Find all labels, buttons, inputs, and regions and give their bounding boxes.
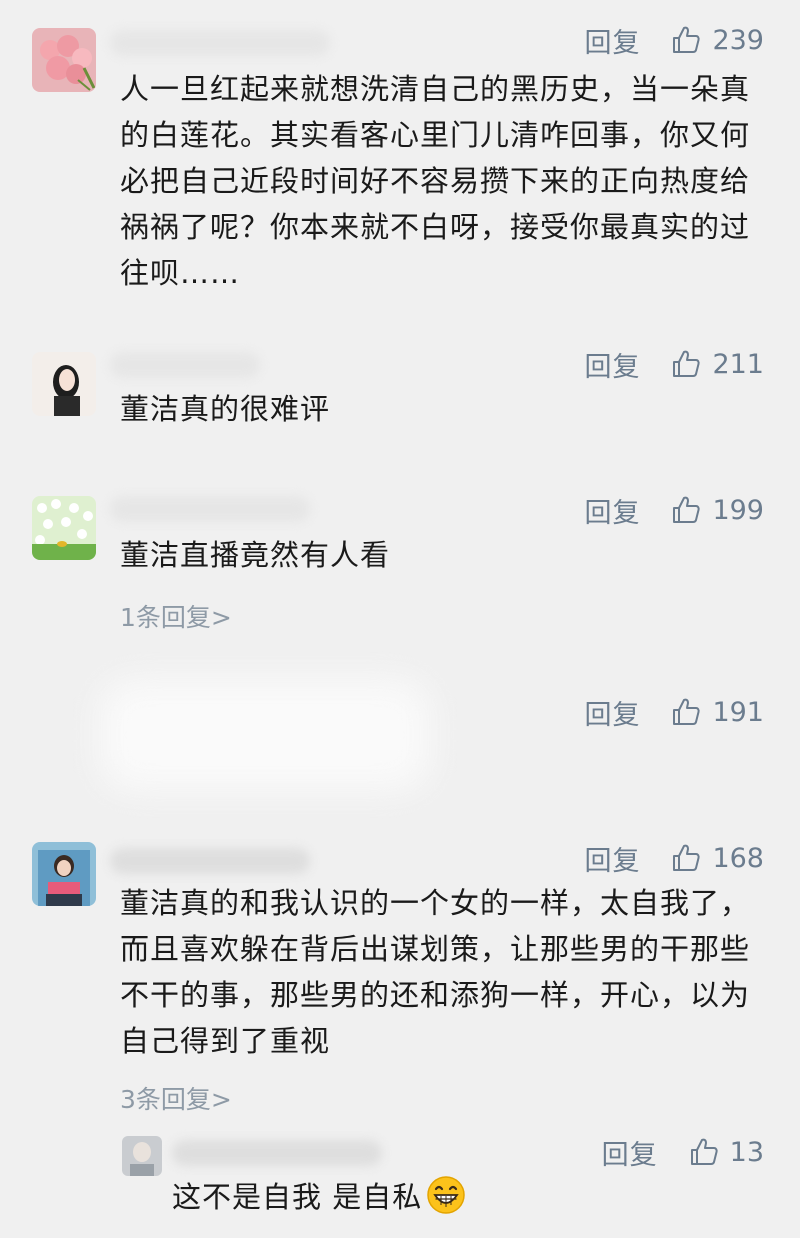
redacted-content: [100, 680, 430, 790]
like-count: 168: [712, 842, 764, 874]
reply-button[interactable]: 回复: [584, 491, 640, 530]
grinning-face-icon: [427, 1176, 465, 1214]
comment-text: 董洁直播竟然有人看: [120, 538, 391, 572]
reply-text-content: 这不是自我 是自私: [172, 1180, 423, 1214]
username-blurred: [110, 848, 310, 874]
thumbs-up-icon: [673, 844, 701, 871]
like-button[interactable]: 13: [688, 1136, 764, 1168]
reply-text: 这不是自我 是自私: [172, 1174, 772, 1220]
username-blurred: [110, 30, 330, 56]
like-button[interactable]: 199: [670, 494, 764, 526]
avatar[interactable]: [122, 1136, 162, 1176]
comment-actions: 回复 199: [584, 490, 764, 530]
avatar[interactable]: [32, 496, 96, 560]
comment-actions: 回复 211: [584, 344, 764, 384]
thumbs-up-icon: [673, 350, 701, 377]
reply-button[interactable]: 回复: [584, 21, 640, 60]
comment-actions: 回复 239: [584, 20, 764, 60]
reply-button[interactable]: 回复: [602, 1133, 658, 1172]
username-blurred: [110, 496, 310, 522]
like-count: 211: [712, 348, 764, 380]
thumbs-up-icon: [673, 698, 701, 725]
username-blurred: [110, 352, 260, 378]
like-button[interactable]: 168: [670, 842, 764, 874]
view-replies-link[interactable]: 1条回复>: [120, 598, 232, 634]
like-count: 199: [712, 494, 764, 526]
comment-actions: 回复 168: [584, 838, 764, 878]
like-count: 13: [729, 1136, 764, 1168]
avatar[interactable]: [32, 28, 96, 92]
thumbs-up-icon: [690, 1138, 718, 1165]
comment-text: 董洁真的很难评: [120, 392, 331, 426]
username-blurred: [172, 1140, 382, 1166]
like-count: 191: [712, 696, 764, 728]
avatar[interactable]: [32, 352, 96, 416]
thumbs-up-icon: [673, 496, 701, 523]
like-button[interactable]: 191: [670, 696, 764, 728]
reply-button[interactable]: 回复: [584, 693, 640, 732]
comment-text: 董洁真的和我认识的一个女的一样，太自我了，而且喜欢躲在背后出谋划策，让那些男的干…: [120, 886, 751, 1058]
like-button[interactable]: 239: [670, 24, 764, 56]
reply-button[interactable]: 回复: [584, 839, 640, 878]
reply-button[interactable]: 回复: [584, 345, 640, 384]
like-count: 239: [712, 24, 764, 56]
comment-text: 人一旦红起来就想洗清自己的黑历史，当一朵真的白莲花。其实看客心里门儿清咋回事，你…: [120, 72, 751, 290]
thumbs-up-icon: [673, 26, 701, 53]
like-button[interactable]: 211: [670, 348, 764, 380]
comment-actions: 回复 191: [584, 692, 764, 732]
comment-actions: 回复 13: [602, 1132, 764, 1172]
avatar[interactable]: [32, 842, 96, 906]
view-replies-link[interactable]: 3条回复>: [120, 1080, 232, 1116]
